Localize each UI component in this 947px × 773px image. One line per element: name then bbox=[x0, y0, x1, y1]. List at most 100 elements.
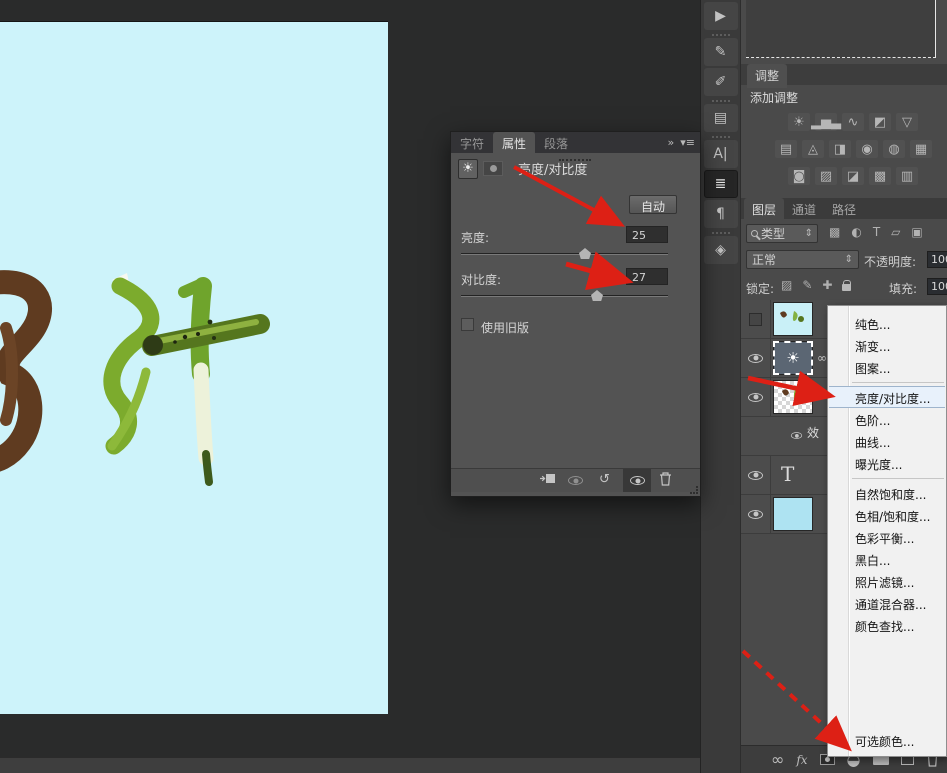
menu-item-pattern[interactable]: 图案... bbox=[829, 356, 945, 378]
document-canvas[interactable] bbox=[0, 21, 388, 714]
menu-item-black-white[interactable]: 黑白... bbox=[829, 548, 945, 570]
filter-kind-dropdown[interactable]: 类型 ⇕ bbox=[746, 224, 818, 243]
lock-paint-icon[interactable]: ✎ bbox=[802, 278, 812, 292]
curves-icon[interactable]: ∿ bbox=[842, 113, 864, 131]
type-layer-filter-icon[interactable]: T bbox=[873, 225, 880, 239]
view-previous-state-icon[interactable] bbox=[568, 476, 583, 485]
collapse-panel-icon[interactable]: » bbox=[668, 136, 675, 149]
dock-3d-button[interactable]: ◈ bbox=[704, 236, 738, 264]
threshold-icon[interactable]: ◪ bbox=[842, 167, 864, 185]
contrast-slider[interactable] bbox=[461, 295, 668, 297]
contrast-value-field[interactable]: 27 bbox=[626, 268, 668, 285]
clip-to-layer-icon[interactable] bbox=[539, 472, 556, 485]
layer-visibility-eye-icon[interactable] bbox=[748, 510, 763, 519]
layer-thumbnail[interactable] bbox=[773, 380, 813, 414]
effects-visibility-eye-icon[interactable] bbox=[791, 432, 802, 439]
menu-item-selective-color[interactable]: 可选颜色... bbox=[829, 729, 945, 751]
brightness-slider-thumb[interactable] bbox=[579, 248, 591, 259]
reset-icon[interactable]: ↺ bbox=[599, 472, 610, 487]
panel-corner-grip[interactable] bbox=[690, 486, 698, 494]
dock-group-grip[interactable] bbox=[712, 232, 730, 234]
visibility-icon[interactable] bbox=[630, 476, 645, 485]
hue-saturation-icon[interactable]: ▤ bbox=[775, 140, 797, 158]
exposure-icon[interactable]: ◩ bbox=[869, 113, 891, 131]
menu-item-vibrance[interactable]: 自然饱和度... bbox=[829, 482, 945, 504]
smart-object-filter-icon[interactable]: ▣ bbox=[911, 225, 922, 239]
menu-item-brightness-contrast[interactable]: 亮度/对比度... bbox=[829, 386, 945, 408]
pixel-layer-filter-icon[interactable]: ▩ bbox=[829, 225, 840, 239]
menu-item-photo-filter[interactable]: 照片滤镜... bbox=[829, 570, 945, 592]
auto-button[interactable]: 自动 bbox=[629, 195, 677, 214]
panel-resize-grip[interactable] bbox=[559, 159, 591, 161]
layer-visibility-eye-icon[interactable] bbox=[748, 354, 763, 363]
invert-icon[interactable]: ◙ bbox=[788, 167, 810, 185]
dock-group-grip[interactable] bbox=[712, 100, 730, 102]
layer-thumbnail[interactable] bbox=[773, 302, 813, 336]
menu-item-levels[interactable]: 色阶... bbox=[829, 408, 945, 430]
lock-all-icon[interactable] bbox=[842, 284, 851, 291]
lock-transparent-icon[interactable]: ▨ bbox=[781, 278, 792, 292]
brightness-slider[interactable] bbox=[461, 253, 668, 255]
layer-visibility-empty-icon[interactable] bbox=[749, 313, 762, 326]
tab-adjustments[interactable]: 调整 bbox=[747, 64, 787, 88]
gradient-map-icon[interactable]: ▥ bbox=[896, 167, 918, 185]
channel-mixer-icon[interactable]: ◍ bbox=[883, 140, 905, 158]
layer-visibility-eye-icon[interactable] bbox=[748, 393, 763, 402]
link-layers-icon[interactable]: ∞ bbox=[771, 750, 784, 769]
mask-icon[interactable] bbox=[483, 161, 503, 176]
use-legacy-checkbox[interactable] bbox=[461, 318, 474, 331]
dock-clone-source-button[interactable]: ✐ bbox=[704, 68, 738, 96]
posterize-icon[interactable]: ▨ bbox=[815, 167, 837, 185]
adjustment-layer-filter-icon[interactable]: ◐ bbox=[851, 225, 861, 239]
tab-character[interactable]: 字符 bbox=[451, 132, 493, 153]
dock-brushes-button[interactable]: ✎ bbox=[704, 38, 738, 66]
dock-character-button[interactable]: A| bbox=[704, 140, 738, 168]
fill-value[interactable]: 100% bbox=[927, 278, 947, 295]
tab-layers[interactable]: 图层 bbox=[744, 198, 784, 219]
dock-layer-comps-button[interactable]: ▤ bbox=[704, 104, 738, 132]
properties-tab-bar: 字符 属性 段落 » ▾≡ bbox=[451, 132, 700, 153]
menu-item-hue-saturation[interactable]: 色相/饱和度... bbox=[829, 504, 945, 526]
delete-adjustment-icon[interactable] bbox=[659, 472, 672, 486]
menu-item-color-lookup[interactable]: 颜色查找... bbox=[829, 614, 945, 636]
dock-actions-button[interactable]: ▶ bbox=[704, 2, 738, 30]
opacity-value[interactable]: 100% bbox=[927, 251, 947, 268]
panel-menu-icon[interactable]: ▾≡ bbox=[680, 136, 695, 149]
dock-properties-button[interactable]: ≣ bbox=[704, 170, 738, 198]
mask-link-icon[interactable]: ∞ bbox=[817, 351, 827, 365]
selective-color-icon[interactable]: ▩ bbox=[869, 167, 891, 185]
blend-mode-dropdown[interactable]: 正常 ⇕ bbox=[746, 250, 859, 269]
menu-item-color-balance[interactable]: 色彩平衡... bbox=[829, 526, 945, 548]
background-layer-thumbnail[interactable] bbox=[773, 497, 813, 531]
properties-panel: 字符 属性 段落 » ▾≡ ☀ 亮度/对比度 自动 亮度: 25 对比度: 27… bbox=[450, 131, 701, 497]
dock-group-grip[interactable] bbox=[712, 34, 730, 36]
tab-channels[interactable]: 通道 bbox=[784, 198, 824, 219]
photo-filter-icon[interactable]: ◉ bbox=[856, 140, 878, 158]
properties-bottom-toolbar: ↺ bbox=[451, 468, 700, 492]
lock-label: 锁定: bbox=[746, 280, 774, 297]
black-white-icon[interactable]: ◨ bbox=[829, 140, 851, 158]
shape-layer-filter-icon[interactable]: ▱ bbox=[891, 225, 900, 239]
color-lookup-icon[interactable]: ▦ bbox=[910, 140, 932, 158]
brightness-contrast-icon[interactable]: ☀ bbox=[788, 113, 810, 131]
tab-paths[interactable]: 路径 bbox=[824, 198, 864, 219]
fill-label: 填充: bbox=[889, 280, 917, 297]
layer-visibility-eye-icon[interactable] bbox=[748, 471, 763, 480]
dock-paragraph-button[interactable]: ¶ bbox=[704, 200, 738, 228]
color-balance-icon[interactable]: ◬ bbox=[802, 140, 824, 158]
menu-item-exposure[interactable]: 曝光度... bbox=[829, 452, 945, 474]
menu-item-solid-color[interactable]: 纯色... bbox=[829, 312, 945, 334]
vibrance-icon[interactable]: ▽ bbox=[896, 113, 918, 131]
menu-item-gradient[interactable]: 渐变... bbox=[829, 334, 945, 356]
brightness-value-field[interactable]: 25 bbox=[626, 226, 668, 243]
brightness-contrast-layer-thumbnail[interactable]: ☀ bbox=[773, 341, 813, 375]
contrast-slider-thumb[interactable] bbox=[591, 290, 603, 301]
tab-properties[interactable]: 属性 bbox=[493, 132, 535, 153]
lock-position-icon[interactable]: ✚ bbox=[822, 278, 832, 292]
menu-item-channel-mixer[interactable]: 通道混合器... bbox=[829, 592, 945, 614]
tab-paragraph[interactable]: 段落 bbox=[535, 132, 577, 153]
layer-style-icon[interactable]: fx bbox=[796, 753, 807, 767]
menu-item-curves[interactable]: 曲线... bbox=[829, 430, 945, 452]
levels-icon[interactable]: ▂▅▃ bbox=[815, 113, 837, 131]
dock-group-grip[interactable] bbox=[712, 136, 730, 138]
